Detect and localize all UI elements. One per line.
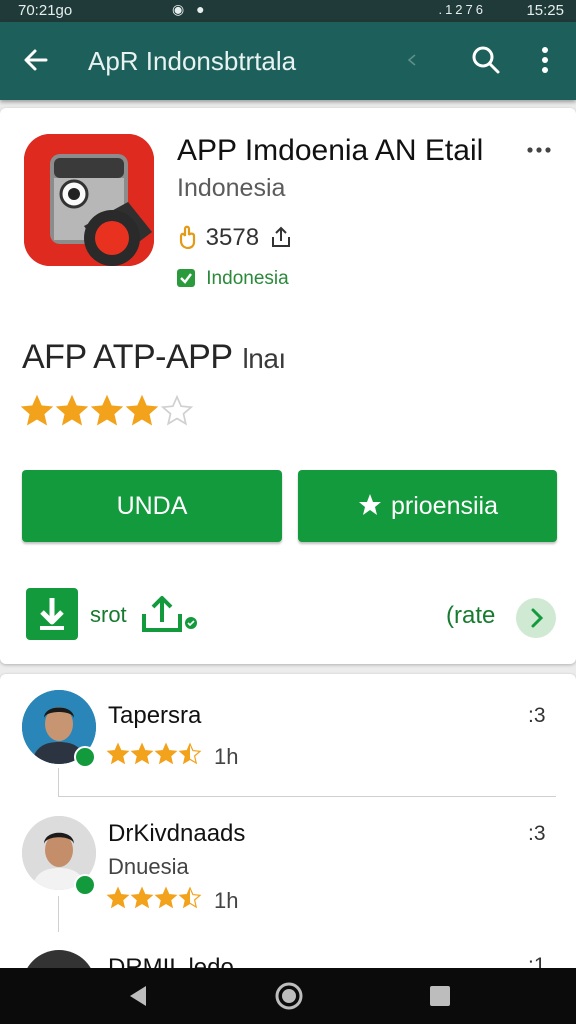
star-full-icon bbox=[154, 886, 178, 909]
more-vert-icon[interactable] bbox=[532, 44, 558, 76]
thread-line bbox=[58, 896, 59, 932]
reviewer-name: Tapersra bbox=[108, 702, 202, 729]
badge-label: Indonesia bbox=[206, 268, 289, 289]
wishlist-button[interactable]: prioensiia bbox=[298, 470, 557, 542]
camera-app-icon bbox=[24, 134, 154, 266]
download-button[interactable] bbox=[26, 588, 78, 640]
review-stars bbox=[106, 886, 202, 912]
star-full-icon bbox=[106, 886, 130, 909]
thread-line bbox=[58, 768, 59, 796]
verified-badge-icon bbox=[74, 874, 96, 896]
rate-button[interactable] bbox=[516, 598, 556, 638]
app-details-card: APP Imdoenia AN Etail Indonesia 3578 Ind… bbox=[0, 108, 576, 664]
screen: 70:21go ◉ ● .1276 15:25 ApR Indonsbtrtal… bbox=[0, 0, 576, 1024]
app-subtitle-tag: lnaı bbox=[242, 343, 287, 374]
install-button[interactable]: UNDA bbox=[22, 470, 282, 542]
reviews-card: Tapersra 1h :3 DrKivdnaads Dnuesia 1h :3 bbox=[0, 674, 576, 974]
star-full-icon bbox=[106, 742, 130, 765]
star-full-icon bbox=[130, 886, 154, 909]
star-full-icon bbox=[20, 394, 54, 426]
verified-badge-icon bbox=[74, 746, 96, 768]
check-badge-icon bbox=[177, 269, 195, 287]
hand-icon bbox=[179, 225, 196, 249]
review-stars bbox=[106, 742, 202, 768]
app-name: APP Imdoenia AN Etail bbox=[177, 134, 484, 167]
app-rating-stars bbox=[20, 394, 195, 430]
star-half-icon bbox=[178, 886, 202, 909]
star-full-icon bbox=[55, 394, 89, 426]
nav-recents-icon[interactable] bbox=[428, 984, 452, 1008]
star-full-icon bbox=[130, 742, 154, 765]
app-meta: 3578 bbox=[177, 224, 292, 254]
wishlist-label: prioensiia bbox=[390, 492, 498, 520]
review-time: 1h bbox=[214, 744, 239, 769]
verified-dot-icon bbox=[185, 617, 197, 629]
share-icon[interactable] bbox=[270, 225, 292, 249]
upload-icon[interactable] bbox=[140, 592, 184, 634]
app-bar: ApR Indonsbtrtala bbox=[0, 22, 576, 100]
app-icon[interactable] bbox=[24, 134, 154, 266]
system-nav-bar bbox=[0, 968, 576, 1024]
reviewer-name: DrKivdnaads bbox=[108, 820, 246, 847]
status-time: 70:21go bbox=[18, 2, 73, 19]
more-horiz-icon[interactable] bbox=[526, 142, 552, 158]
review-menu-button[interactable]: :3 bbox=[528, 822, 546, 846]
status-signal: .1276 bbox=[438, 2, 486, 17]
star-half-icon bbox=[178, 742, 202, 765]
download-icon bbox=[40, 598, 64, 630]
reviewer-location: Dnuesia bbox=[108, 854, 189, 879]
app-bar-title: ApR Indonsbtrtala bbox=[88, 46, 297, 76]
star-icon bbox=[358, 494, 381, 515]
review-time: 1h bbox=[214, 888, 239, 913]
download-label: srot bbox=[90, 602, 127, 627]
review-menu-button[interactable]: :3 bbox=[528, 704, 546, 728]
app-count: 3578 bbox=[205, 224, 260, 251]
developer-name[interactable]: Indonesia bbox=[177, 174, 285, 203]
star-full-icon bbox=[90, 394, 124, 426]
star-full-icon bbox=[125, 394, 159, 426]
review-divider bbox=[58, 796, 556, 797]
app-subtitle: AFP ATP-APP lnaı bbox=[22, 338, 286, 377]
app-subtitle-main: AFP ATP-APP bbox=[22, 338, 233, 376]
nav-home-icon[interactable] bbox=[274, 981, 304, 1011]
rate-label: (rate bbox=[446, 602, 496, 629]
search-icon[interactable] bbox=[470, 44, 502, 76]
star-empty-icon bbox=[160, 394, 194, 426]
nav-back-icon[interactable] bbox=[124, 982, 152, 1010]
editors-badge: Indonesia bbox=[177, 268, 289, 290]
star-full-icon bbox=[154, 742, 178, 765]
chevron-right-icon bbox=[531, 608, 544, 628]
arrow-left-icon[interactable] bbox=[20, 44, 52, 76]
action-row: srot (rate bbox=[0, 588, 576, 648]
status-notification-icons: ◉ ● bbox=[172, 1, 209, 17]
small-arrow-icon bbox=[407, 54, 416, 66]
status-bar: 70:21go ◉ ● .1276 15:25 bbox=[0, 0, 576, 22]
status-clock: 15:25 bbox=[526, 2, 564, 19]
